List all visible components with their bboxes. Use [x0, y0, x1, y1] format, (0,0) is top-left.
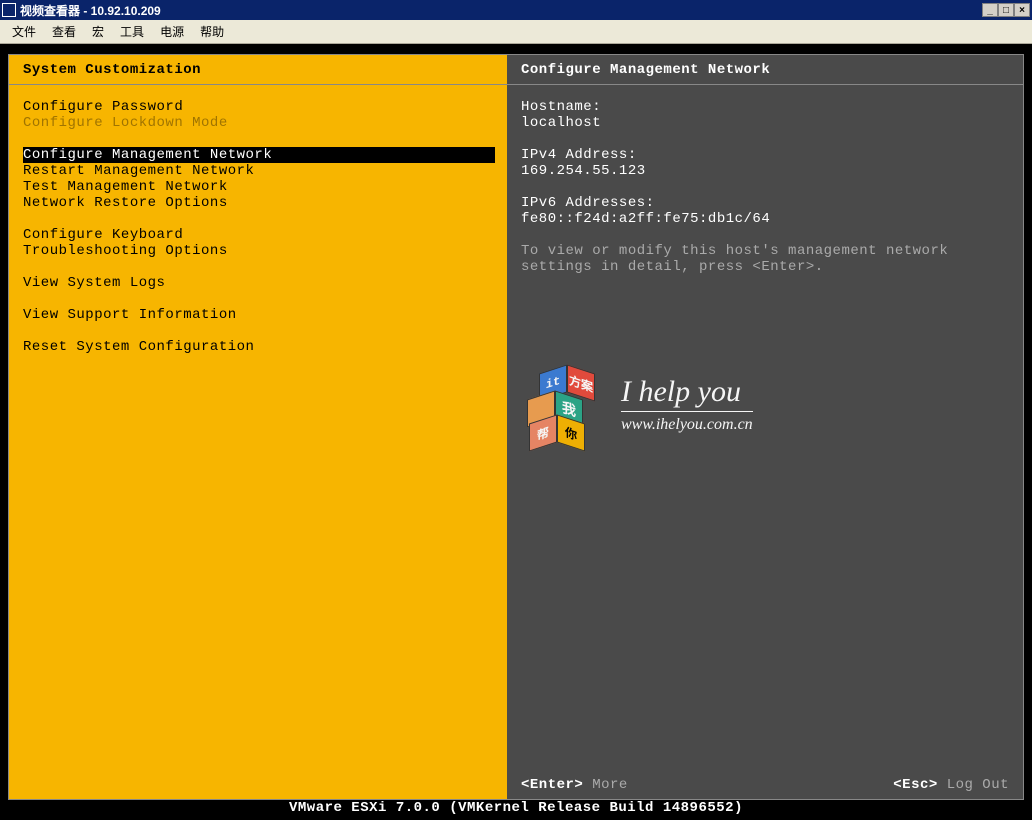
- right-pane-header: Configure Management Network: [507, 55, 1023, 85]
- menu-group: Configure KeyboardTroubleshooting Option…: [23, 227, 493, 259]
- hostname-label: Hostname:: [521, 99, 1009, 115]
- right-pane: Configure Management Network Hostname: l…: [507, 55, 1023, 799]
- watermark-url: www.ihelyou.com.cn: [621, 416, 753, 434]
- ipv6-label: IPv6 Addresses:: [521, 195, 1009, 211]
- esc-label: Log Out: [947, 777, 1009, 793]
- window-buttons: _ □ ×: [982, 3, 1030, 17]
- ipv4-value: 169.254.55.123: [521, 163, 1009, 179]
- menu-item[interactable]: View System Logs: [23, 275, 493, 291]
- watermark-title: I help you: [621, 375, 753, 412]
- menu-power[interactable]: 电源: [152, 21, 192, 42]
- hostname-value: localhost: [521, 115, 1009, 131]
- menu-macro[interactable]: 宏: [84, 21, 112, 42]
- menu-item[interactable]: Restart Management Network: [23, 163, 493, 179]
- ipv6-block: IPv6 Addresses: fe80::f24d:a2ff:fe75:db1…: [521, 195, 1009, 227]
- close-button[interactable]: ×: [1014, 3, 1030, 17]
- hint-text: To view or modify this host's management…: [521, 243, 1009, 275]
- window-app-icon: [2, 3, 16, 17]
- footer-enter: <Enter> More: [521, 777, 628, 793]
- menu-group: Reset System Configuration: [23, 339, 493, 355]
- menu-item[interactable]: Configure Lockdown Mode: [23, 115, 493, 131]
- left-pane-header: System Customization: [9, 55, 507, 85]
- menu-group: Configure Management NetworkRestart Mana…: [23, 147, 493, 211]
- window-titlebar: 视频查看器 - 10.92.10.209 _ □ ×: [0, 0, 1032, 20]
- version-line: VMware ESXi 7.0.0 (VMKernel Release Buil…: [0, 800, 1032, 816]
- footer-esc: <Esc> Log Out: [893, 777, 1009, 793]
- left-pane: System Customization Configure PasswordC…: [9, 55, 507, 799]
- ipv4-label: IPv4 Address:: [521, 147, 1009, 163]
- maximize-button[interactable]: □: [998, 3, 1014, 17]
- menu-list: Configure PasswordConfigure Lockdown Mod…: [9, 85, 507, 799]
- console-inner: System Customization Configure PasswordC…: [8, 54, 1024, 800]
- menu-item[interactable]: Test Management Network: [23, 179, 493, 195]
- esc-key[interactable]: <Esc>: [893, 777, 938, 793]
- menubar: 文件 查看 宏 工具 电源 帮助: [0, 20, 1032, 44]
- enter-key[interactable]: <Enter>: [521, 777, 583, 793]
- menu-group: View Support Information: [23, 307, 493, 323]
- menu-item[interactable]: Reset System Configuration: [23, 339, 493, 355]
- menu-view[interactable]: 查看: [44, 21, 84, 42]
- menu-group: Configure PasswordConfigure Lockdown Mod…: [23, 99, 493, 131]
- ipv6-value: fe80::f24d:a2ff:fe75:db1c/64: [521, 211, 1009, 227]
- menu-tools[interactable]: 工具: [112, 21, 152, 42]
- menu-item[interactable]: Configure Keyboard: [23, 227, 493, 243]
- watermark-cube-icon: it 方案 我 帮 你: [527, 365, 605, 443]
- menu-item[interactable]: Configure Password: [23, 99, 493, 115]
- menu-item[interactable]: Network Restore Options: [23, 195, 493, 211]
- menu-group: View System Logs: [23, 275, 493, 291]
- console-area: System Customization Configure PasswordC…: [0, 44, 1032, 820]
- menu-item[interactable]: Troubleshooting Options: [23, 243, 493, 259]
- menu-help[interactable]: 帮助: [192, 21, 232, 42]
- enter-label: More: [592, 777, 628, 793]
- watermark-text: I help you www.ihelyou.com.cn: [621, 375, 753, 434]
- menu-item[interactable]: View Support Information: [23, 307, 493, 323]
- hostname-block: Hostname: localhost: [521, 99, 1009, 131]
- minimize-button[interactable]: _: [982, 3, 998, 17]
- menu-file[interactable]: 文件: [4, 21, 44, 42]
- ipv4-block: IPv4 Address: 169.254.55.123: [521, 147, 1009, 179]
- window-title: 视频查看器 - 10.92.10.209: [20, 2, 982, 19]
- footer-keys: <Enter> More <Esc> Log Out: [521, 777, 1009, 793]
- menu-item[interactable]: Configure Management Network: [23, 147, 495, 163]
- watermark: it 方案 我 帮 你 I help you www.ihelyou.com.c…: [527, 365, 753, 443]
- detail-panel: Hostname: localhost IPv4 Address: 169.25…: [507, 85, 1023, 799]
